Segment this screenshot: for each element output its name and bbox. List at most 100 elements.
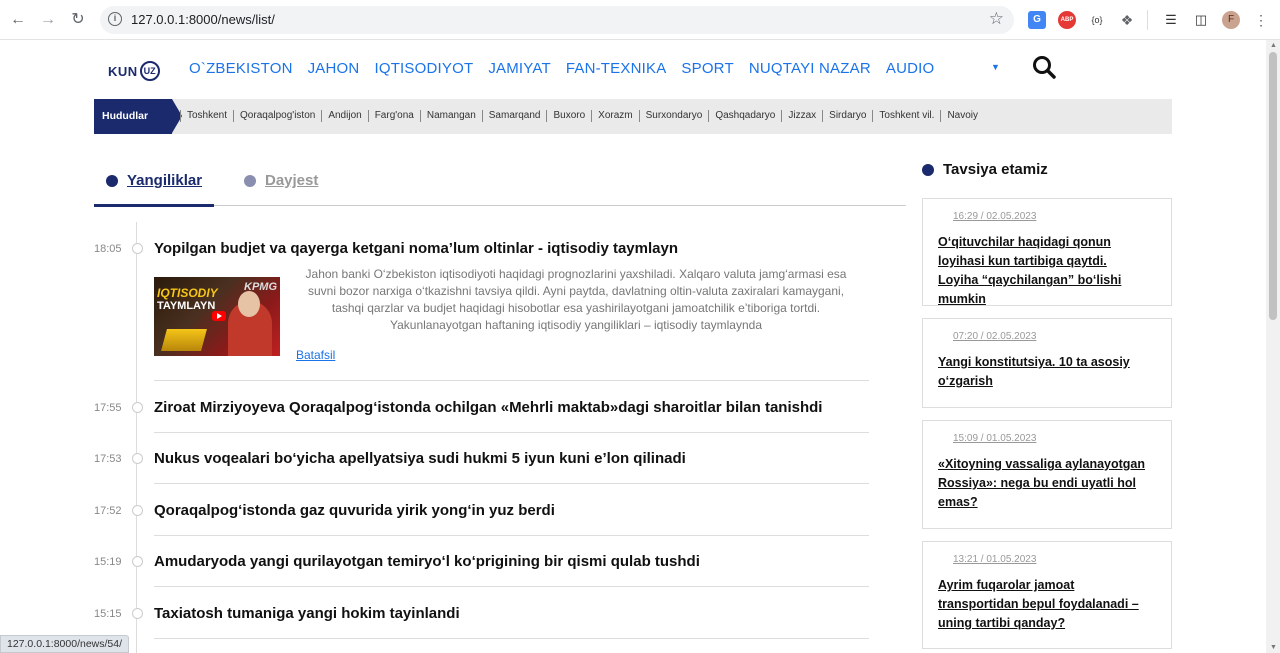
news-title[interactable]: Amudaryoda yangi qurilayotgan temiryo‘l … — [154, 553, 700, 570]
region-link[interactable]: Qoraqalpog'iston — [233, 110, 321, 122]
news-title[interactable]: Yopilgan budjet va qayerga ketgani noma’… — [154, 240, 678, 257]
card-title[interactable]: Yangi konstitutsiya. 10 ta asosiy o‘zgar… — [938, 353, 1148, 391]
news-title[interactable]: Nukus voqealari bo‘yicha apellyatsiya su… — [154, 450, 686, 467]
region-link[interactable]: Jizzax — [781, 110, 822, 122]
region-link[interactable]: Farg'ona — [367, 110, 420, 122]
news-divider — [154, 432, 869, 433]
news-title[interactable]: Ziroat Mirziyoyeva Qoraqalpog‘istonda oc… — [154, 399, 822, 416]
regions-bar: Hududlar Toshkent Qoraqalpog'iston Andij… — [94, 99, 1172, 134]
news-tabs: Yangiliklar Dayjest — [94, 160, 906, 207]
code-extension-icon[interactable]: {o} — [1088, 11, 1106, 29]
read-more-link[interactable]: Batafsil — [296, 348, 335, 362]
timeline-marker — [132, 556, 143, 567]
timeline-marker — [132, 402, 143, 413]
tab-dot-active — [106, 174, 118, 187]
nav-link-iqtisodiyot[interactable]: IQTISODIYOT — [374, 60, 473, 77]
regions-label: Hududlar — [94, 99, 182, 134]
featured-summary: Jahon banki O‘zbekiston iqtisodiyoti haq… — [305, 267, 847, 332]
address-url[interactable]: 127.0.0.1:8000/news/list/ — [131, 12, 275, 27]
featured-thumbnail[interactable]: KPMG IQTISODIY TAYMLAYN — [154, 277, 280, 356]
news-title[interactable]: Qoraqalpog‘istonda gaz quvurida yirik yo… — [154, 502, 555, 519]
profile-avatar[interactable]: F — [1222, 11, 1240, 29]
recommended-card[interactable]: 15:09 / 01.05.2023 «Xitoyning vassaliga … — [922, 420, 1172, 529]
news-divider — [154, 535, 869, 536]
region-link[interactable]: Buxoro — [546, 110, 591, 122]
region-link[interactable]: Surxondaryo — [638, 110, 709, 122]
site-logo[interactable]: KUN UZ — [108, 61, 160, 81]
page-scrollbar[interactable]: ▲ ▼ — [1266, 40, 1280, 653]
browser-menu-icon[interactable]: ⋮ — [1252, 11, 1270, 29]
tab-dayjest[interactable]: Dayjest — [244, 172, 318, 189]
search-icon[interactable] — [1032, 55, 1056, 79]
card-date: 16:29 / 02.05.2023 — [953, 211, 1037, 222]
timeline-marker — [132, 505, 143, 516]
forward-icon[interactable]: → — [38, 10, 58, 30]
region-link[interactable]: Andijon — [321, 110, 367, 122]
scrollbar-thumb[interactable] — [1269, 52, 1277, 320]
nav-more-caret-icon[interactable]: ▼ — [991, 62, 1000, 72]
extensions-puzzle-icon[interactable]: ❖ — [1118, 11, 1136, 29]
card-date: 15:09 / 01.05.2023 — [953, 433, 1037, 444]
sidebar-title-text: Tavsiya etamiz — [943, 161, 1048, 178]
tab-yangiliklar[interactable]: Yangiliklar — [106, 172, 202, 189]
back-icon[interactable]: ← — [8, 10, 28, 30]
region-link[interactable]: Xorazm — [591, 110, 638, 122]
recommended-card[interactable]: 07:20 / 02.05.2023 Yangi konstitutsiya. … — [922, 318, 1172, 408]
timeline-marker — [132, 608, 143, 619]
news-divider — [154, 586, 869, 587]
site-info-icon[interactable]: i — [108, 12, 122, 26]
card-title[interactable]: O‘qituvchilar haqidagi qonun loyihasi ku… — [938, 233, 1148, 309]
reload-icon[interactable]: ↻ — [68, 10, 88, 30]
nav-link-audio[interactable]: AUDIO — [886, 60, 935, 77]
news-divider — [154, 380, 869, 381]
nav-link-sport[interactable]: SPORT — [681, 60, 733, 77]
tab-label: Yangiliklar — [127, 172, 203, 189]
news-time: 17:53 — [94, 453, 122, 465]
news-title[interactable]: Taxiatosh tumaniga yangi hokim tayinland… — [154, 605, 460, 622]
recommended-card[interactable]: 16:29 / 02.05.2023 O‘qituvchilar haqidag… — [922, 198, 1172, 306]
timeline-line — [136, 222, 137, 653]
bookmark-star-icon[interactable]: ☆ — [989, 9, 1004, 29]
link-status-bar: 127.0.0.1:8000/news/54/ — [0, 635, 130, 653]
recommended-card[interactable]: 13:21 / 01.05.2023 Ayrim fuqarolar jamoa… — [922, 541, 1172, 649]
region-link[interactable]: Toshkent vil. — [872, 110, 940, 122]
nav-link-jamiyat[interactable]: JAMIYAT — [488, 60, 551, 77]
nav-link-uzbekiston[interactable]: O`ZBEKISTON — [189, 60, 293, 77]
news-time: 17:55 — [94, 402, 122, 414]
nav-link-nuqtayi-nazar[interactable]: NUQTAYI NAZAR — [749, 60, 871, 77]
news-time: 15:15 — [94, 608, 122, 620]
news-time: 15:19 — [94, 556, 122, 568]
thumb-title-line2: TAYMLAYN — [157, 300, 216, 312]
gold-bars-graphic — [161, 329, 207, 351]
toolbar-divider — [1147, 10, 1148, 30]
tab-dot-inactive — [244, 174, 256, 187]
timeline-marker — [132, 453, 143, 464]
card-title[interactable]: Ayrim fuqarolar jamoat transportidan bep… — [938, 576, 1148, 633]
region-link[interactable]: Namangan — [419, 110, 482, 122]
logo-badge: UZ — [139, 61, 160, 81]
play-icon[interactable] — [212, 311, 226, 321]
card-title[interactable]: «Xitoyning vassaliga aylanayotgan Rossiy… — [938, 455, 1148, 512]
reading-list-icon[interactable]: ☰ — [1162, 11, 1180, 29]
main-nav: O`ZBEKISTON JAHON IQTISODIYOT JAMIYAT FA… — [189, 60, 949, 77]
address-bar[interactable]: i 127.0.0.1:8000/news/list/ ☆ — [100, 6, 1014, 34]
region-link[interactable]: Toshkent — [180, 110, 233, 122]
region-link[interactable]: Sirdaryo — [822, 110, 872, 122]
nav-link-jahon[interactable]: JAHON — [308, 60, 360, 77]
side-panel-icon[interactable]: ◫ — [1192, 11, 1210, 29]
card-date: 07:20 / 02.05.2023 — [953, 331, 1037, 342]
browser-toolbar: ← → ↻ i 127.0.0.1:8000/news/list/ ☆ G AB… — [0, 0, 1280, 40]
person-face-graphic — [238, 291, 260, 317]
scroll-down-icon[interactable]: ▼ — [1270, 644, 1277, 651]
active-tab-indicator — [94, 204, 214, 207]
region-link[interactable]: Qashqadaryo — [708, 110, 781, 122]
google-translate-icon[interactable]: G — [1028, 11, 1046, 29]
adblock-icon[interactable]: ABP — [1058, 11, 1076, 29]
timeline-marker — [132, 243, 143, 254]
news-divider — [154, 483, 869, 484]
scroll-up-icon[interactable]: ▲ — [1270, 42, 1277, 49]
nav-link-fan-texnika[interactable]: FAN-TEXNIKA — [566, 60, 667, 77]
region-link[interactable]: Samarqand — [481, 110, 547, 122]
region-link[interactable]: Navoiy — [940, 110, 984, 122]
regions-list: Toshkent Qoraqalpog'iston Andijon Farg'o… — [180, 110, 984, 122]
